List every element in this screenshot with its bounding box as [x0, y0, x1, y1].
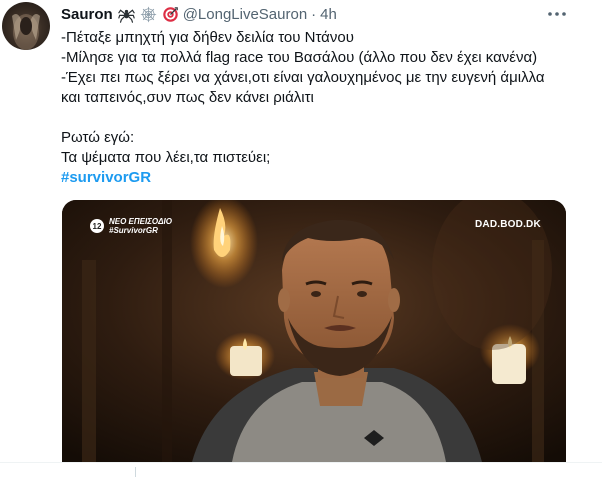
display-name[interactable]: Sauron — [61, 6, 113, 23]
more-options-icon[interactable] — [545, 4, 569, 24]
text-line: -Πέταξε μπηχτή για δήθεν δειλία του Ντάν… — [61, 29, 354, 46]
text-line: -Έχει πει πως ξέρει να χάνει,οτι είναι γ… — [61, 69, 545, 86]
thread-line — [135, 467, 136, 477]
text-line: Τα ψέματα που λέει,τα πιστεύει; — [61, 149, 271, 166]
tweet[interactable]: Sauron @LongLiveSauron · 4h -Πέταξε μπηχ… — [0, 0, 602, 477]
separator-dot: · — [311, 5, 317, 23]
tweet-header: Sauron @LongLiveSauron · 4h — [61, 4, 337, 24]
text-line — [61, 108, 581, 128]
timestamp[interactable]: 4h — [320, 6, 337, 23]
avatar[interactable] — [2, 2, 50, 50]
spider-web-icon — [140, 6, 156, 22]
text-line: και ταπεινός,συν πως δεν κάνει ριάλιτι — [61, 89, 314, 106]
media-image[interactable]: 12 ΝΕΟ ΕΠΕΙΣΟΔΙΟ #SurvivorGR DAD.BOD.DK — [62, 200, 566, 462]
video-frame — [62, 200, 566, 462]
text-line: Ρωτώ εγώ: — [61, 129, 135, 146]
text-line: -Μίλησε για τα πολλά flag race του Βασάλ… — [61, 49, 538, 66]
target-icon — [162, 6, 178, 22]
hashtag-link[interactable]: #survivorGR — [61, 168, 581, 188]
overlay-new-episode: ΝΕΟ ΕΠΕΙΣΟΔΙΟ — [109, 217, 172, 226]
overlay-hashtag: #SurvivorGR — [109, 226, 158, 235]
spider-icon — [117, 8, 135, 23]
next-tweet-strip — [0, 463, 602, 477]
tweet-text: -Πέταξε μπηχτή για δήθεν δειλία του Ντάν… — [61, 28, 581, 188]
channel-logo: 12 — [90, 219, 104, 233]
watermark: DAD.BOD.DK — [475, 219, 541, 230]
channel-overlay: 12 ΝΕΟ ΕΠΕΙΣΟΔΙΟ #SurvivorGR — [90, 217, 172, 235]
user-handle[interactable]: @LongLiveSauron — [183, 6, 307, 23]
